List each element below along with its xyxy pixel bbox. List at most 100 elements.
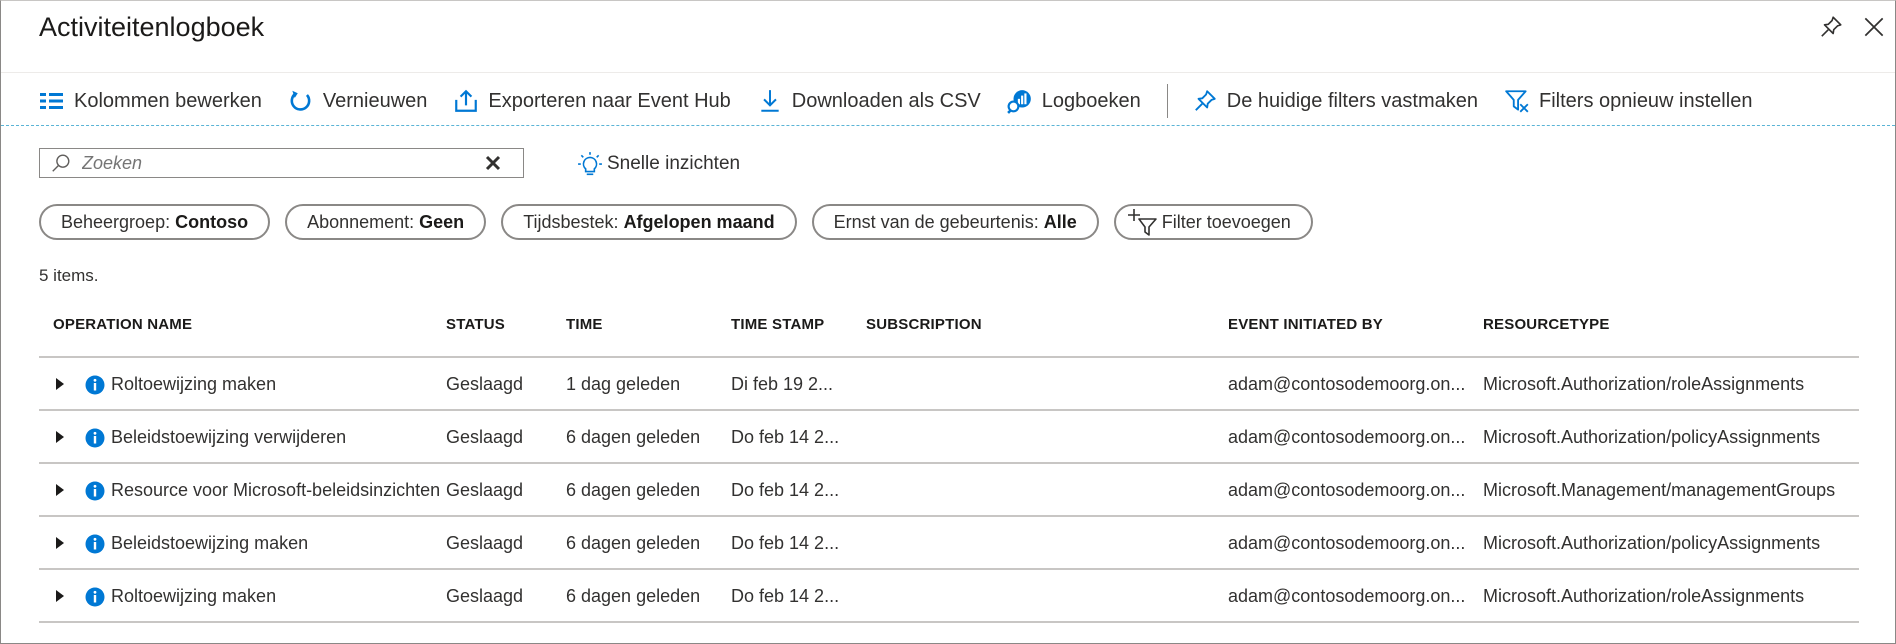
column-header-operation-name[interactable]: OPERATION NAME — [53, 316, 192, 333]
table-row[interactable]: Resource voor Microsoft-beleidsinzichten… — [39, 464, 1859, 517]
quick-insights-label: Snelle inzichten — [607, 153, 741, 174]
export-event-hub-label: Exporteren naar Event Hub — [488, 89, 731, 112]
column-header-status[interactable]: STATUS — [446, 316, 505, 333]
filter-pill-value: Geen — [419, 211, 465, 232]
column-header-event-initiated-by[interactable]: EVENT INITIATED BY — [1228, 316, 1383, 333]
add-filter-button[interactable]: Filter toevoegen — [1113, 204, 1313, 240]
clear-search-icon[interactable] — [483, 153, 503, 173]
cell-time: 6 dagen geleden — [566, 480, 701, 500]
cell-resourcetype: Microsoft.Authorization/roleAssignments — [1483, 586, 1805, 606]
pin-blade-icon[interactable] — [1818, 14, 1844, 40]
edit-columns-label: Kolommen bewerken — [74, 89, 262, 112]
filter-pill-value: Contoso — [175, 211, 249, 232]
table-row[interactable]: Beleidstoewijzing verwijderen Geslaagd 6… — [39, 411, 1859, 464]
cell-event-initiated-by: adam@contosodemoorg.on... — [1228, 480, 1466, 500]
cell-event-initiated-by: adam@contosodemoorg.on... — [1228, 586, 1466, 606]
cell-resourcetype: Microsoft.Authorization/policyAssignment… — [1483, 533, 1821, 553]
filter-pill-timespan[interactable]: Tijdsbestek: Afgelopen maand — [501, 204, 797, 240]
toolbar-separator — [1166, 84, 1168, 118]
column-header-time-stamp[interactable]: TIME STAMP — [731, 316, 824, 333]
edit-columns-button[interactable]: Kolommen bewerken — [39, 88, 262, 114]
download-csv-label: Downloaden als CSV — [791, 89, 981, 112]
info-icon — [85, 534, 105, 554]
table-row[interactable]: Roltoewijzing maken Geslaagd 6 dagen gel… — [39, 570, 1859, 623]
logs-icon — [1006, 88, 1033, 114]
column-header-resourcetype[interactable]: RESOURCETYPE — [1483, 316, 1610, 333]
refresh-icon — [288, 88, 314, 114]
cell-status: Geslaagd — [446, 427, 524, 447]
column-header-subscription[interactable]: SUBSCRIPTION — [866, 316, 982, 333]
cell-resourcetype: Microsoft.Management/managementGroups — [1483, 480, 1836, 500]
expand-row-icon[interactable] — [54, 430, 66, 444]
export-event-hub-button[interactable]: Exporteren naar Event Hub — [453, 88, 731, 114]
refresh-button[interactable]: Vernieuwen — [288, 88, 428, 114]
info-icon — [85, 481, 105, 501]
filter-pill-subscription[interactable]: Abonnement: Geen — [285, 204, 487, 240]
add-filter-label: Filter toevoegen — [1161, 211, 1291, 232]
reset-filters-button[interactable]: Filters opnieuw instellen — [1504, 88, 1752, 114]
filter-pill-key: Tijdsbestek: — [523, 211, 619, 232]
refresh-label: Vernieuwen — [322, 89, 428, 112]
toolbar-divider — [1, 125, 1895, 126]
table-row[interactable]: Beleidstoewijzing maken Geslaagd 6 dagen… — [39, 517, 1859, 570]
cell-time: 6 dagen geleden — [566, 533, 701, 553]
pin-icon — [1192, 88, 1218, 114]
cell-operation-name: Resource voor Microsoft-beleidsinzichten — [111, 480, 441, 500]
filter-pill-key: Abonnement: — [307, 211, 415, 232]
lightbulb-icon — [578, 152, 602, 176]
filter-pills: Beheergroep: Contoso Abonnement: Geen Tijd… — [39, 204, 1328, 240]
cell-status: Geslaagd — [446, 374, 524, 394]
cell-operation-name: Beleidstoewijzing verwijderen — [111, 427, 347, 447]
reset-filters-label: Filters opnieuw instellen — [1539, 89, 1753, 112]
table-row[interactable]: Roltoewijzing maken Geslaagd 1 dag geled… — [39, 358, 1859, 411]
expand-row-icon[interactable] — [54, 483, 66, 497]
cell-event-initiated-by: adam@contosodemoorg.on... — [1228, 374, 1466, 394]
cell-time-stamp: Do feb 14 2... — [731, 480, 840, 500]
download-csv-button[interactable]: Downloaden als CSV — [757, 88, 981, 114]
search-icon — [52, 154, 70, 172]
export-icon — [453, 88, 479, 114]
filter-pill-value: Afgelopen maand — [623, 211, 775, 232]
info-icon — [85, 587, 105, 607]
filter-pill-severity[interactable]: Ernst van de gebeurtenis: Alle — [811, 204, 1099, 240]
cell-status: Geslaagd — [446, 533, 524, 553]
quick-insights-button[interactable]: Snelle inzichten — [577, 151, 740, 177]
cell-event-initiated-by: adam@contosodemoorg.on... — [1228, 427, 1466, 447]
filter-pill-management-group[interactable]: Beheergroep: Contoso — [39, 204, 271, 240]
column-header-time[interactable]: TIME — [566, 316, 603, 333]
filter-pill-key: Ernst van de gebeurtenis: — [833, 211, 1039, 232]
cell-resourcetype: Microsoft.Authorization/roleAssignments — [1483, 374, 1805, 394]
pin-filters-button[interactable]: De huidige filters vastmaken — [1192, 88, 1478, 114]
activity-log-table: OPERATION NAME STATUS TIME TIME STAMP SU… — [39, 310, 1859, 623]
cell-event-initiated-by: adam@contosodemoorg.on... — [1228, 533, 1466, 553]
add-filter-icon — [1127, 209, 1157, 236]
close-icon[interactable] — [1861, 14, 1887, 40]
command-bar: Kolommen bewerken Vernieuwen Exporteren … — [39, 84, 1778, 118]
search-input[interactable] — [80, 151, 479, 175]
cell-status: Geslaagd — [446, 480, 524, 500]
filter-pill-value: Alle — [1043, 211, 1077, 232]
logs-label: Logboeken — [1041, 89, 1141, 112]
filter-reset-icon — [1504, 88, 1530, 114]
logs-button[interactable]: Logboeken — [1006, 88, 1141, 114]
cell-operation-name: Beleidstoewijzing maken — [111, 533, 309, 553]
item-count: 5 items. — [39, 266, 99, 285]
download-icon — [757, 88, 783, 114]
cell-status: Geslaagd — [446, 586, 524, 606]
cell-time: 6 dagen geleden — [566, 586, 701, 606]
pin-filters-label: De huidige filters vastmaken — [1226, 89, 1478, 112]
expand-row-icon[interactable] — [54, 377, 66, 391]
search-box — [39, 148, 524, 178]
header-divider — [1, 72, 1895, 73]
expand-row-icon[interactable] — [54, 589, 66, 603]
filter-pill-key: Beheergroep: — [61, 211, 171, 232]
cell-operation-name: Roltoewijzing maken — [111, 586, 277, 606]
cell-resourcetype: Microsoft.Authorization/policyAssignment… — [1483, 427, 1821, 447]
edit-columns-icon — [39, 88, 65, 114]
table-header: OPERATION NAME STATUS TIME TIME STAMP SU… — [39, 310, 1859, 358]
page-title: Activiteitenlogboek — [39, 12, 265, 42]
expand-row-icon[interactable] — [54, 536, 66, 550]
cell-time-stamp: Di feb 19 2... — [731, 374, 834, 394]
cell-time: 1 dag geleden — [566, 374, 681, 394]
cell-time-stamp: Do feb 14 2... — [731, 427, 840, 447]
